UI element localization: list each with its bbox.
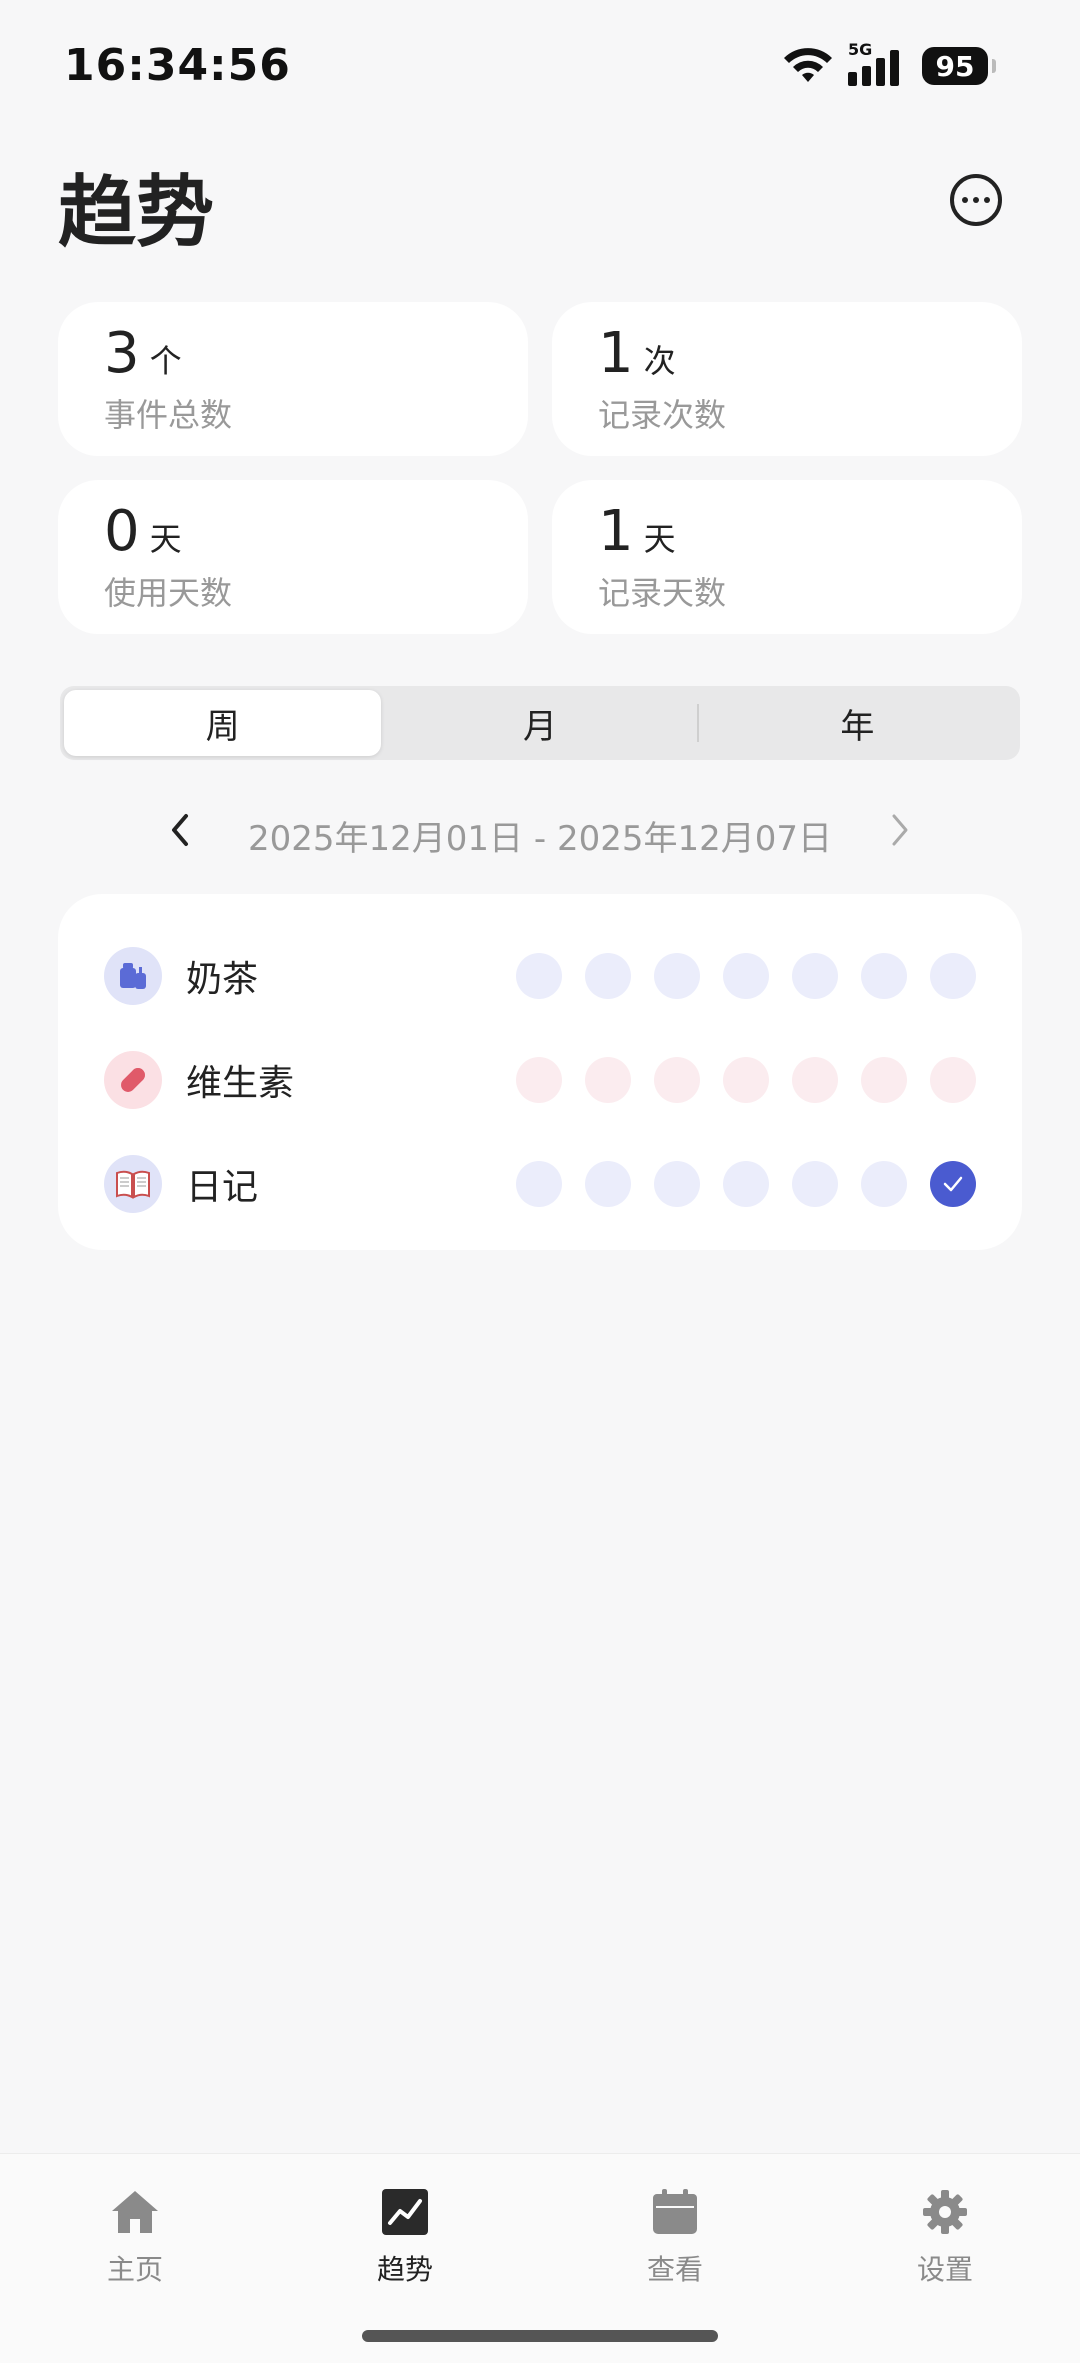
book-icon <box>104 1155 162 1213</box>
tab-year[interactable]: 年 <box>699 690 1016 756</box>
day-dot[interactable] <box>861 953 907 999</box>
nav-label: 设置 <box>916 2253 973 2286</box>
habit-week-dots <box>516 1161 976 1207</box>
day-dot[interactable] <box>930 953 976 999</box>
day-dot[interactable] <box>516 953 562 999</box>
battery-nub <box>992 59 996 73</box>
next-week-button[interactable] <box>880 812 920 858</box>
date-range-text: 2025年12月01日 - 2025年12月07日 <box>248 818 832 859</box>
home-icon <box>109 2186 161 2238</box>
stat-label: 记录天数 <box>598 574 727 612</box>
day-dot[interactable] <box>723 953 769 999</box>
stat-card-total-events: 3 个 事件总数 <box>58 302 528 456</box>
day-dot[interactable] <box>861 1161 907 1207</box>
gear-icon <box>919 2186 971 2238</box>
habit-week-dots <box>516 953 976 999</box>
status-bar: 16:34:56 5G 95 <box>0 0 1080 130</box>
pill-icon <box>104 1051 162 1109</box>
stat-label: 记录次数 <box>598 396 727 434</box>
nav-label: 主页 <box>106 2253 163 2286</box>
stat-unit: 天 <box>149 520 182 558</box>
checkmark-icon <box>943 1176 963 1192</box>
calendar-icon <box>649 2186 701 2238</box>
day-dot[interactable] <box>585 1161 631 1207</box>
day-dot[interactable] <box>930 1057 976 1103</box>
day-dot[interactable] <box>792 1057 838 1103</box>
cellular-signal-icon: 5G <box>848 40 908 86</box>
page-title: 趋势 <box>58 168 215 258</box>
day-dot-checked[interactable] <box>930 1161 976 1207</box>
tab-month-label: 月 <box>522 706 557 747</box>
more-dot-icon <box>962 197 968 203</box>
stat-label: 事件总数 <box>104 396 233 434</box>
chevron-left-icon <box>172 814 188 846</box>
day-dot[interactable] <box>516 1057 562 1103</box>
day-dot[interactable] <box>654 1057 700 1103</box>
nav-label: 趋势 <box>376 2253 433 2286</box>
stat-label: 使用天数 <box>104 574 233 612</box>
network-type: 5G <box>848 40 873 59</box>
nav-item-settings[interactable]: 设置 <box>875 2186 1015 2288</box>
day-dot[interactable] <box>723 1161 769 1207</box>
stat-value: 0 <box>104 499 140 564</box>
day-dot[interactable] <box>585 1057 631 1103</box>
habit-tracker-card: 奶茶 维生素 日记 <box>58 894 1022 1250</box>
stat-unit: 天 <box>643 520 676 558</box>
nav-item-home[interactable]: 主页 <box>65 2186 205 2288</box>
habit-name: 日记 <box>186 1167 259 1208</box>
habit-row-vitamin[interactable]: 维生素 <box>104 1028 976 1132</box>
home-indicator <box>362 2330 718 2342</box>
habit-name: 维生素 <box>186 1063 295 1104</box>
status-time: 16:34:56 <box>64 40 291 91</box>
stat-card-record-count: 1 次 记录次数 <box>552 302 1022 456</box>
stat-value: 1 <box>598 499 634 564</box>
battery-level: 95 <box>935 49 975 83</box>
day-dot[interactable] <box>792 1161 838 1207</box>
day-dot[interactable] <box>516 1161 562 1207</box>
habit-name: 奶茶 <box>186 959 259 1000</box>
nav-label: 查看 <box>646 2253 703 2286</box>
stat-card-record-days: 1 天 记录天数 <box>552 480 1022 634</box>
habit-row-milk-tea[interactable]: 奶茶 <box>104 924 976 1028</box>
wifi-icon <box>784 48 832 82</box>
nav-item-view[interactable]: 查看 <box>605 2186 745 2288</box>
milk-tea-icon <box>104 947 162 1005</box>
day-dot[interactable] <box>723 1057 769 1103</box>
period-segmented-control: 周 月 年 <box>60 686 1020 760</box>
tab-month[interactable]: 月 <box>381 690 699 756</box>
day-dot[interactable] <box>654 953 700 999</box>
battery-icon: 95 <box>922 47 988 85</box>
habit-week-dots <box>516 1057 976 1103</box>
tab-week[interactable]: 周 <box>64 690 382 756</box>
chevron-right-icon <box>892 814 908 846</box>
stat-value: 3 <box>104 321 140 386</box>
day-dot[interactable] <box>792 953 838 999</box>
day-dot[interactable] <box>585 953 631 999</box>
habit-row-diary[interactable]: 日记 <box>104 1132 976 1236</box>
day-dot[interactable] <box>861 1057 907 1103</box>
nav-item-trend[interactable]: 趋势 <box>335 2186 475 2288</box>
status-indicators: 5G 95 <box>782 40 996 86</box>
stat-card-usage-days: 0 天 使用天数 <box>58 480 528 634</box>
previous-week-button[interactable] <box>160 812 200 858</box>
stat-value: 1 <box>598 321 634 386</box>
trend-icon <box>379 2186 431 2238</box>
stat-unit: 个 <box>149 342 182 380</box>
day-dot[interactable] <box>654 1161 700 1207</box>
more-dot-icon <box>973 197 979 203</box>
more-options-button[interactable] <box>950 174 1002 226</box>
more-dot-icon <box>984 197 990 203</box>
stat-unit: 次 <box>643 342 676 380</box>
date-range-navigator: 2025年12月01日 - 2025年12月07日 <box>160 805 920 865</box>
